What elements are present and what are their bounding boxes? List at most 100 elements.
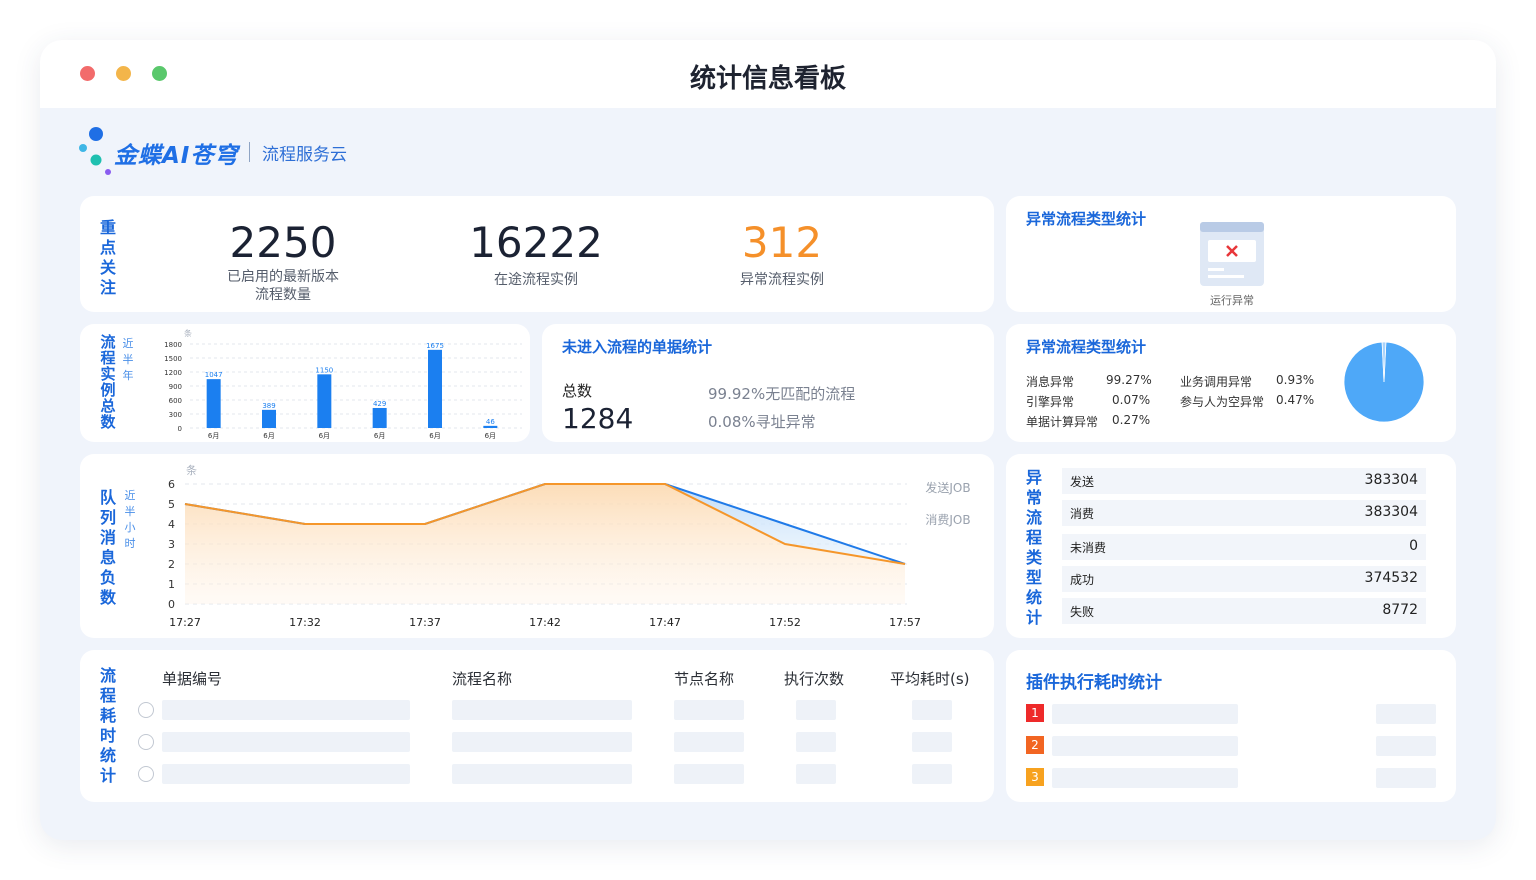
instances-bar-chart: 条 0 300 600 900 1200 1500 1800 1047 6月 389 6月 1150 6月…	[164, 328, 522, 440]
bar	[428, 349, 442, 428]
y-tick-label: 4	[168, 518, 175, 531]
placeholder-cell	[1052, 768, 1238, 788]
plugin-title: 插件执行耗时统计	[1026, 673, 1162, 693]
instances-title: 流程实例总数	[100, 333, 116, 431]
col-header-exec-count[interactable]: 执行次数	[784, 668, 844, 689]
y-tick-label: 6	[168, 478, 175, 491]
col-header-avg-time[interactable]: 平均耗时(s)	[890, 668, 970, 689]
brand-name: 金蝶AI苍穹	[114, 143, 239, 169]
bar	[206, 379, 221, 428]
unprocessed-title: 未进入流程的单据统计	[562, 338, 713, 356]
placeholder-cell	[162, 700, 410, 720]
total-value: 1284	[562, 402, 634, 435]
row-label: 失败	[1070, 605, 1095, 619]
y-tick-label: 900	[169, 383, 182, 391]
row-value: 0	[1409, 538, 1418, 554]
x-tick-label: 17:47	[649, 616, 681, 629]
runtime-error-label: 运行异常	[1210, 294, 1254, 307]
bar-value-label: 1150	[315, 366, 333, 374]
abn-value: 0.27%	[1112, 413, 1151, 427]
window-title: 统计信息看板	[689, 64, 846, 94]
queue-table-card: 异常流程类型统计 发送 383304 消费 383304 未消费 0 成功 374532…	[1006, 454, 1456, 638]
y-tick-label: 2	[168, 558, 175, 571]
placeholder-cell	[452, 764, 632, 784]
queue-table-title: 异常流程类型统计	[1025, 468, 1042, 627]
rank-badge: 3	[1026, 768, 1044, 786]
brand-logo-icon	[79, 127, 111, 175]
plugin-card: 插件执行耗时统计 1 2 3	[1006, 650, 1456, 802]
x-tick-label: 17:27	[169, 616, 201, 629]
placeholder-cell	[452, 700, 632, 720]
placeholder-cell	[912, 764, 952, 784]
placeholder-cell	[162, 732, 410, 752]
queue-title: 队列消息负数	[99, 488, 116, 607]
rank-badge: 2	[1026, 736, 1044, 754]
abnormal-type-title: 异常流程类型统计	[1026, 210, 1147, 228]
abn-label: 引擎异常	[1026, 395, 1075, 409]
x-tick-label: 6月	[208, 432, 219, 440]
row-radio[interactable]	[138, 734, 154, 750]
brand-product: 流程服务云	[262, 145, 347, 165]
col-header-doc-no[interactable]: 单据编号	[162, 668, 222, 689]
stat-value: 2250	[229, 218, 337, 267]
x-tick-label: 17:57	[889, 616, 921, 629]
y-tick-label: 5	[168, 498, 175, 511]
x-tick-label: 6月	[429, 432, 440, 440]
x-tick-label: 17:37	[409, 616, 441, 629]
abnormal-pie-chart	[1343, 341, 1425, 423]
bar	[483, 425, 498, 428]
placeholder-cell	[1052, 736, 1238, 756]
row-radio[interactable]	[138, 766, 154, 782]
instances-card: 流程实例总数 近半年 条 0 300 600 900 1200 1500 1800 1047 6月…	[80, 324, 530, 442]
bar	[317, 374, 332, 428]
placeholder-cell	[674, 700, 744, 720]
placeholder-cell	[912, 700, 952, 720]
queue-card: 队列消息负数 近半小时 条 0 1 2 3 4 5 6 17:27 17:32 17:37 17:42…	[80, 454, 994, 638]
legend-consume-job: 消费JOB	[925, 513, 970, 527]
abnormal-pie-card: 异常流程类型统计 消息异常 99.27% 业务调用异常 0.93% 引擎异常 0…	[1006, 324, 1456, 442]
row-value: 374532	[1364, 570, 1418, 586]
row-radio[interactable]	[138, 702, 154, 718]
x-tick-label: 17:32	[289, 616, 321, 629]
placeholder-cell	[1376, 736, 1436, 756]
bar-value-label: 1675	[426, 342, 444, 350]
stat-label: 在途流程实例	[494, 272, 578, 288]
abn-label: 业务调用异常	[1180, 375, 1253, 389]
x-tick-label: 17:52	[769, 616, 801, 629]
placeholder-cell	[796, 764, 836, 784]
placeholder-cell	[1376, 704, 1436, 724]
y-tick-label: 0	[168, 598, 175, 611]
duration-card: 流程耗时统计 单据编号 流程名称 节点名称 执行次数 平均耗时(s)	[80, 650, 994, 802]
x-tick-label: 6月	[374, 432, 385, 440]
stat-label: 异常流程实例	[740, 272, 824, 288]
unprocessed-card: 未进入流程的单据统计 总数 1284 99.92%无匹配的流程 0.08%寻址异…	[542, 324, 994, 442]
placeholder-cell	[912, 732, 952, 752]
row-label: 消费	[1070, 507, 1095, 521]
y-tick-label: 1500	[164, 355, 182, 363]
brand-divider	[249, 142, 250, 162]
stat-value-abnormal: 312	[741, 218, 823, 267]
row-label: 未消费	[1070, 541, 1107, 555]
row-label: 发送	[1070, 475, 1095, 489]
stat-value: 16222	[469, 218, 603, 267]
placeholder-cell	[1376, 768, 1436, 788]
bar	[372, 407, 387, 428]
abnormal-pie-title: 异常流程类型统计	[1026, 338, 1147, 356]
col-header-node-name[interactable]: 节点名称	[674, 668, 734, 689]
total-label: 总数	[562, 382, 593, 400]
table-row: 未消费 0	[1062, 534, 1426, 560]
col-header-flow-name[interactable]: 流程名称	[452, 668, 512, 689]
title-bar: 统计信息看板	[40, 40, 1496, 108]
queue-subtitle: 近半小时	[124, 489, 136, 550]
y-tick-label: 1800	[164, 341, 182, 349]
instances-subtitle: 近半年	[122, 337, 134, 382]
y-tick-label: 1200	[164, 369, 182, 377]
abn-value: 99.27%	[1106, 373, 1152, 387]
x-tick-label: 6月	[485, 432, 496, 440]
bar-value-label: 1047	[205, 371, 223, 379]
abn-label: 消息异常	[1026, 375, 1075, 389]
addressing-stat: 0.08%寻址异常	[708, 413, 816, 431]
y-tick-label: 300	[169, 411, 182, 419]
rank-badge: 1	[1026, 704, 1044, 722]
abn-label: 单据计算异常	[1026, 415, 1099, 429]
